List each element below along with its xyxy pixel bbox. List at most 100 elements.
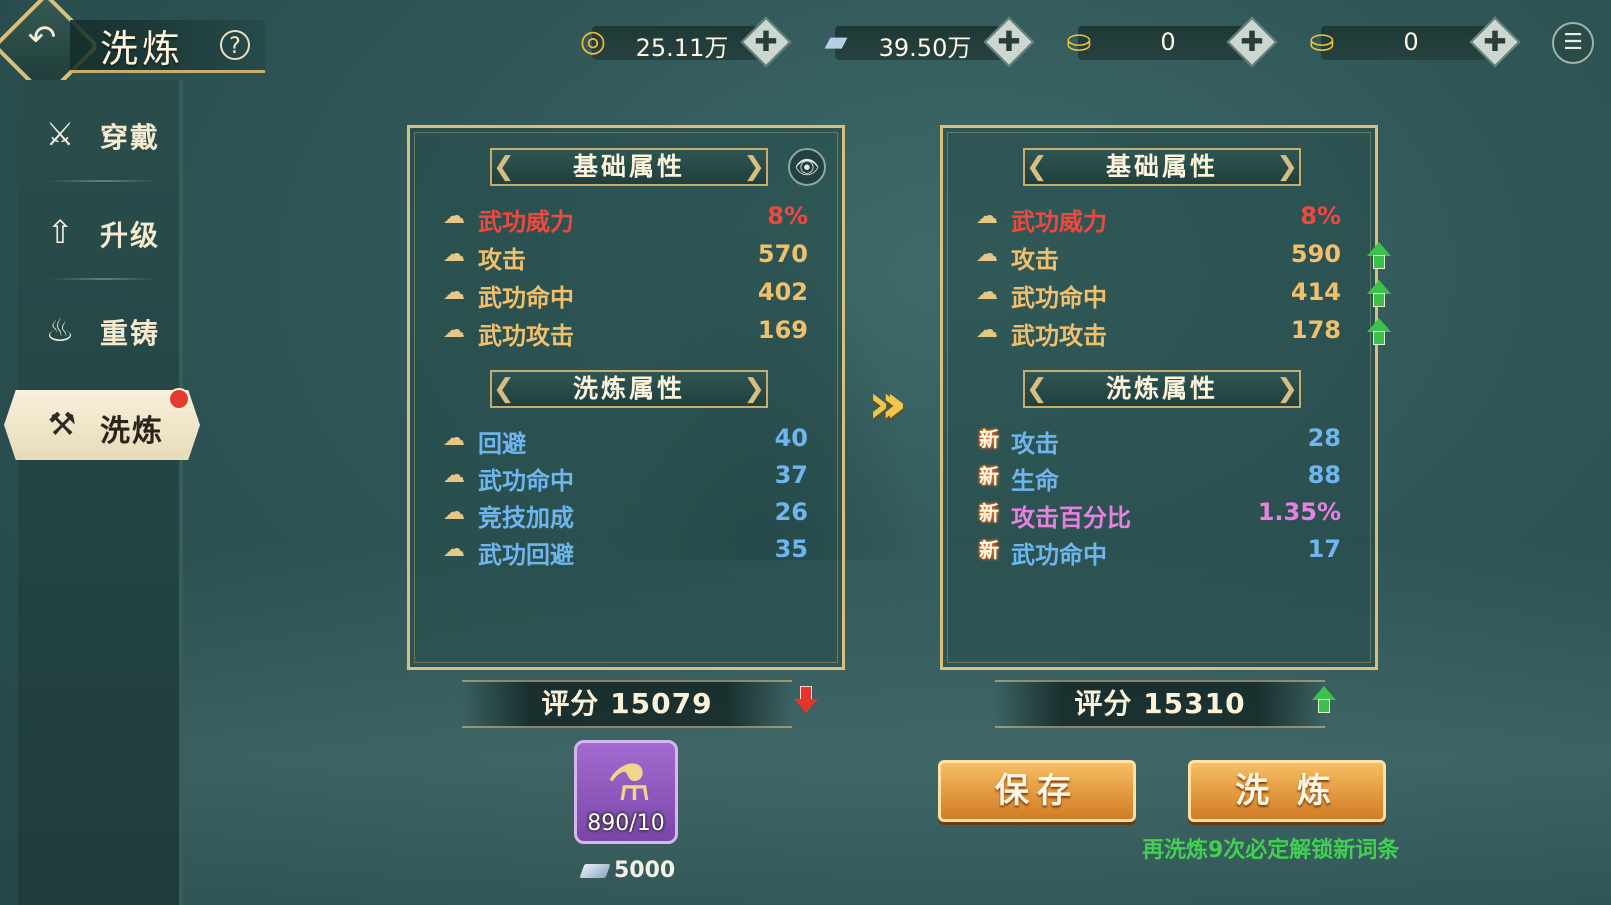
help-icon[interactable]: ? — [220, 30, 250, 60]
attribute-name: 武功命中 — [478, 284, 574, 312]
currency-bound-gold: ⛀ 0 ✚ — [1058, 16, 1278, 68]
attribute-row: ☁ 武功命中 402 — [434, 278, 824, 312]
attribute-row: 新 攻击 28 — [967, 424, 1357, 458]
attribute-value: 8% — [767, 202, 808, 230]
sidebar-item-recast[interactable]: ♨ 重铸 — [18, 280, 183, 376]
attribute-name: 武功攻击 — [478, 322, 574, 350]
cloud-icon: ☁ — [443, 500, 465, 525]
attribute-row: ☁ 竞技加成 26 — [434, 498, 824, 532]
attribute-value: 570 — [757, 240, 808, 268]
attribute-value: 37 — [774, 461, 808, 489]
attribute-value: 88 — [1307, 461, 1341, 489]
cost-value: 5000 — [614, 858, 676, 883]
cloud-icon: ☁ — [976, 318, 998, 343]
bound-gold-ingot-icon: ⛀ — [1066, 24, 1092, 59]
cloud-icon: ☁ — [443, 242, 465, 267]
base-attributes-header: 基础属性 — [490, 148, 768, 186]
attribute-value: 590 — [1290, 240, 1341, 268]
currency-copper: ◎ 25.11万 ✚ — [572, 16, 792, 68]
attribute-name: 武功回避 — [478, 541, 574, 569]
attribute-value: 17 — [1307, 535, 1341, 563]
attribute-name: 武功命中 — [1011, 284, 1107, 312]
copper-coin-icon: ◎ — [579, 24, 607, 59]
attribute-name: 生命 — [1011, 467, 1059, 495]
attribute-row: ☁ 武功威力 8% — [434, 202, 824, 236]
increase-arrow-icon — [1367, 280, 1391, 308]
attribute-name: 武功命中 — [478, 467, 574, 495]
attribute-name: 竞技加成 — [478, 504, 574, 532]
attribute-name: 武功威力 — [478, 208, 574, 236]
attribute-row: ☁ 武功命中 414 — [967, 278, 1391, 312]
current-attributes-panel: 基础属性 👁 ☁ 武功威力 8% ☁ 攻击 570 ☁ 武功命中 402 ☁ 武… — [407, 125, 845, 670]
increase-arrow-icon — [1367, 318, 1391, 346]
attribute-row: ☁ 攻击 590 — [967, 240, 1391, 274]
currency-value: 39.50万 — [878, 34, 972, 62]
potion-bottle-icon: ⚗ — [606, 754, 652, 812]
double-chevron-right-icon: »› — [868, 372, 907, 435]
attribute-row: ☁ 攻击 570 — [434, 240, 824, 274]
attribute-value: 1.35% — [1257, 498, 1341, 526]
flame-icon: ♨ — [45, 311, 75, 349]
attribute-value: 8% — [1300, 202, 1341, 230]
refine-item-slot[interactable]: ⚗ 890/10 — [574, 740, 678, 844]
silver-cost: 5000 — [579, 858, 676, 883]
cloud-icon: ☁ — [443, 463, 465, 488]
item-count: 890/10 — [587, 811, 665, 836]
crossed-swords-icon: ⚔ — [45, 115, 75, 153]
new-score: 评分 15310 — [995, 680, 1325, 728]
cloud-icon: ☁ — [443, 426, 465, 451]
attribute-name: 攻击 — [1011, 430, 1059, 458]
sidebar-item-wear[interactable]: ⚔ 穿戴 — [18, 84, 183, 180]
refine-attributes-header: 洗炼属性 — [1023, 370, 1301, 408]
plus-icon: ✚ — [1483, 25, 1507, 58]
refine-hint: 再洗炼9次必定解锁新词条 — [1142, 838, 1400, 863]
base-attributes-header: 基础属性 — [1023, 148, 1301, 186]
attribute-name: 攻击百分比 — [1011, 504, 1131, 532]
currency-gold: ⛀ 0 ✚ — [1301, 16, 1521, 68]
cloud-icon: ☁ — [443, 280, 465, 305]
sidebar-item-upgrade[interactable]: ⇧ 升级 — [18, 182, 183, 278]
page-title: 洗炼 — [100, 27, 185, 71]
attribute-row: 新 武功命中 17 — [967, 535, 1357, 569]
cloud-icon: ☁ — [976, 242, 998, 267]
cloud-icon: ☁ — [443, 318, 465, 343]
eye-icon[interactable]: 👁 — [788, 148, 826, 186]
sidebar-item-label: 洗炼 — [100, 414, 164, 449]
sidebar-item-label: 穿戴 — [100, 121, 161, 154]
new-badge: 新 — [979, 538, 999, 562]
cloud-icon: ☁ — [976, 204, 998, 229]
currency-silver: ▰ 39.50万 ✚ — [815, 16, 1035, 68]
attribute-row: 新 攻击百分比 1.35% — [967, 498, 1357, 532]
attribute-value: 169 — [757, 316, 808, 344]
menu-icon[interactable]: ☰ — [1552, 22, 1594, 64]
new-attributes-panel: 基础属性 ☁ 武功威力 8% ☁ 攻击 590 ☁ 武功命中 414 ☁ 武功攻… — [940, 125, 1391, 670]
back-arrow-icon[interactable]: ↶ — [22, 18, 62, 58]
plus-icon: ✚ — [754, 25, 778, 58]
attribute-row: ☁ 武功攻击 169 — [434, 316, 824, 350]
attribute-value: 26 — [774, 498, 808, 526]
plus-icon: ✚ — [997, 25, 1021, 58]
plus-icon: ✚ — [1240, 25, 1264, 58]
refine-attributes-header: 洗炼属性 — [490, 370, 768, 408]
attribute-row: ☁ 武功攻击 178 — [967, 316, 1391, 350]
new-badge: 新 — [979, 501, 999, 525]
attribute-name: 攻击 — [478, 246, 526, 274]
attribute-row: ☁ 武功回避 35 — [434, 535, 824, 569]
attribute-row: ☁ 武功威力 8% — [967, 202, 1357, 236]
new-badge: 新 — [979, 427, 999, 451]
attribute-name: 攻击 — [1011, 246, 1059, 274]
attribute-name: 回避 — [478, 430, 526, 458]
attribute-row: ☁ 武功命中 37 — [434, 461, 824, 495]
cloud-icon: ☁ — [976, 280, 998, 305]
refine-button[interactable]: 洗 炼 — [1188, 760, 1386, 822]
attribute-row: ☁ 回避 40 — [434, 424, 824, 458]
cloud-icon: ☁ — [443, 204, 465, 229]
attribute-name: 武功威力 — [1011, 208, 1107, 236]
currency-value: 0 — [1160, 28, 1176, 56]
save-button[interactable]: 保存 — [938, 760, 1136, 822]
silver-ingot-icon: ▰ — [824, 24, 848, 59]
increase-arrow-icon — [1367, 242, 1391, 270]
attribute-value: 35 — [774, 535, 808, 563]
increase-arrow-icon — [1312, 686, 1336, 714]
attribute-value: 40 — [774, 424, 808, 452]
